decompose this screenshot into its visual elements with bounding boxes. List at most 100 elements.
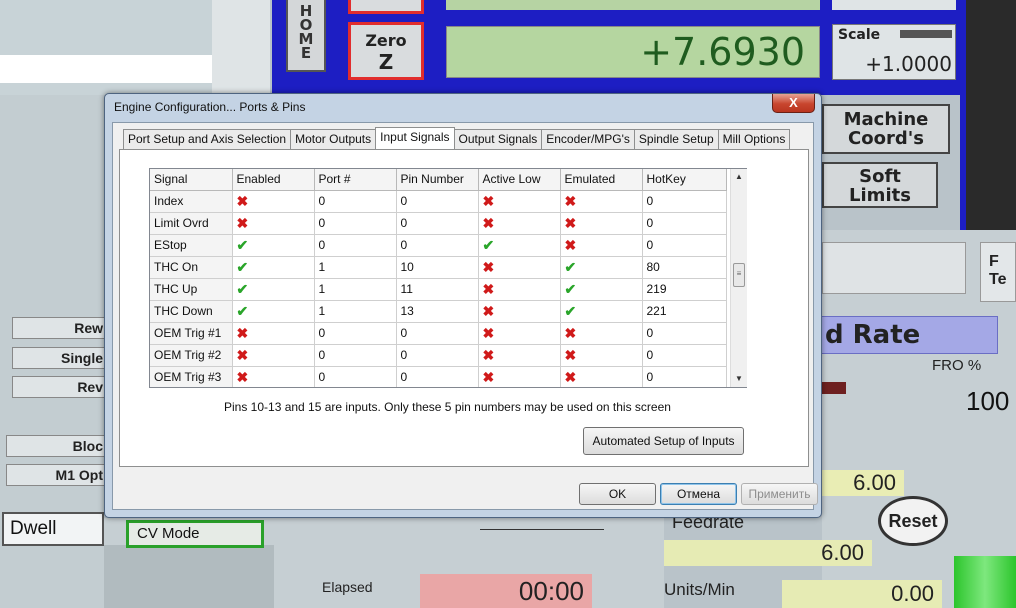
active-low-cell[interactable]: ✖ [478,300,561,323]
pin-cell[interactable]: 0 [396,322,479,345]
emulated-cell[interactable]: ✖ [560,234,643,257]
red-x-icon[interactable]: ✖ [237,215,249,231]
green-check-icon[interactable]: ✔ [237,237,249,253]
single-button[interactable]: Single [12,347,108,369]
feed-value-b[interactable]: 6.00 [664,540,872,566]
scroll-down-icon[interactable]: ▼ [731,371,747,387]
tab-motor-outputs[interactable]: Motor Outputs [290,129,377,149]
green-check-icon[interactable]: ✔ [565,281,577,297]
enabled-cell[interactable]: ✖ [232,190,315,213]
red-x-icon[interactable]: ✖ [483,259,495,275]
apply-button[interactable]: Применить [741,483,818,505]
table-row[interactable]: OEM Trig #3 ✖ 0 0 ✖ ✖ 0 [150,366,727,387]
green-check-icon[interactable]: ✔ [237,281,249,297]
red-x-icon[interactable]: ✖ [565,237,577,253]
machine-coords-button[interactable]: Machine Coord's [822,104,950,154]
port-cell[interactable]: 0 [314,190,397,213]
active-low-cell[interactable]: ✖ [478,366,561,387]
right-panel-button[interactable] [822,242,966,294]
hotkey-cell[interactable]: 0 [642,344,727,367]
enabled-cell[interactable]: ✔ [232,256,315,279]
red-x-icon[interactable]: ✖ [565,369,577,385]
table-row[interactable]: THC On ✔ 1 10 ✖ ✔ 80 [150,256,727,279]
pin-cell[interactable]: 0 [396,344,479,367]
hotkey-cell[interactable]: 221 [642,300,727,323]
active-low-cell[interactable]: ✖ [478,212,561,235]
pin-cell[interactable]: 11 [396,278,479,301]
signal-cell[interactable]: THC On [150,256,233,279]
signal-cell[interactable]: THC Up [150,278,233,301]
green-check-icon[interactable]: ✔ [565,303,577,319]
port-cell[interactable]: 1 [314,300,397,323]
top-button-partial[interactable] [348,0,424,14]
red-x-icon[interactable]: ✖ [237,369,249,385]
signal-cell[interactable]: OEM Trig #1 [150,322,233,345]
active-low-cell[interactable]: ✖ [478,322,561,345]
hotkey-cell[interactable]: 0 [642,366,727,387]
m1-optional-button[interactable]: M1 Opt [6,464,108,486]
units-value[interactable]: 0.00 [782,580,942,608]
red-x-icon[interactable]: ✖ [483,281,495,297]
emulated-cell[interactable]: ✔ [560,256,643,279]
signal-cell[interactable]: Limit Ovrd [150,212,233,235]
signal-cell[interactable]: Index [150,190,233,213]
enabled-cell[interactable]: ✔ [232,234,315,257]
table-row[interactable]: OEM Trig #1 ✖ 0 0 ✖ ✖ 0 [150,322,727,345]
enabled-cell[interactable]: ✔ [232,278,315,301]
block-delete-button[interactable]: Bloc [6,435,108,457]
home-button[interactable]: H O M E [286,0,326,72]
pin-cell[interactable]: 0 [396,366,479,387]
red-x-icon[interactable]: ✖ [483,193,495,209]
port-cell[interactable]: 0 [314,344,397,367]
green-check-icon[interactable]: ✔ [565,259,577,275]
hotkey-cell[interactable]: 0 [642,212,727,235]
port-cell[interactable]: 1 [314,278,397,301]
cv-mode-indicator[interactable]: CV Mode [126,520,264,548]
cancel-button[interactable]: Отмена [660,483,737,505]
right-edge-button[interactable]: F Te [980,242,1016,302]
pin-cell[interactable]: 13 [396,300,479,323]
red-x-icon[interactable]: ✖ [483,347,495,363]
active-low-cell[interactable]: ✖ [478,256,561,279]
active-low-cell[interactable]: ✖ [478,344,561,367]
port-cell[interactable]: 0 [314,322,397,345]
signal-cell[interactable]: OEM Trig #2 [150,344,233,367]
scroll-up-icon[interactable]: ▲ [731,169,747,185]
emulated-cell[interactable]: ✖ [560,366,643,387]
emulated-cell[interactable]: ✔ [560,300,643,323]
scroll-thumb[interactable]: ≡ [733,263,745,287]
tab-mill-options[interactable]: Mill Options [717,129,791,149]
pin-cell[interactable]: 10 [396,256,479,279]
emulated-cell[interactable]: ✖ [560,344,643,367]
red-x-icon[interactable]: ✖ [565,215,577,231]
red-x-icon[interactable]: ✖ [565,347,577,363]
pin-cell[interactable]: 0 [396,212,479,235]
hotkey-cell[interactable]: 0 [642,190,727,213]
red-x-icon[interactable]: ✖ [483,369,495,385]
red-x-icon[interactable]: ✖ [483,215,495,231]
pin-cell[interactable]: 0 [396,190,479,213]
enabled-cell[interactable]: ✖ [232,322,315,345]
red-x-icon[interactable]: ✖ [565,325,577,341]
emulated-cell[interactable]: ✖ [560,190,643,213]
table-row[interactable]: Limit Ovrd ✖ 0 0 ✖ ✖ 0 [150,212,727,235]
zero-z-button[interactable]: Zero Z [348,22,424,80]
red-x-icon[interactable]: ✖ [483,303,495,319]
enabled-cell[interactable]: ✖ [232,344,315,367]
port-cell[interactable]: 1 [314,256,397,279]
port-cell[interactable]: 0 [314,234,397,257]
emulated-cell[interactable]: ✖ [560,212,643,235]
pin-cell[interactable]: 0 [396,234,479,257]
table-row[interactable]: OEM Trig #2 ✖ 0 0 ✖ ✖ 0 [150,344,727,367]
signal-cell[interactable]: THC Down [150,300,233,323]
table-row[interactable]: THC Up ✔ 1 11 ✖ ✔ 219 [150,278,727,301]
enabled-cell[interactable]: ✖ [232,212,315,235]
green-check-icon[interactable]: ✔ [237,303,249,319]
z-dro-display[interactable]: +7.6930 [446,26,820,78]
reverse-button[interactable]: Rev [12,376,108,398]
automated-setup-button[interactable]: Automated Setup of Inputs [583,427,744,455]
hotkey-cell[interactable]: 0 [642,322,727,345]
red-x-icon[interactable]: ✖ [237,193,249,209]
tab-output-signals[interactable]: Output Signals [453,129,543,149]
rewind-button[interactable]: Rew [12,317,108,339]
